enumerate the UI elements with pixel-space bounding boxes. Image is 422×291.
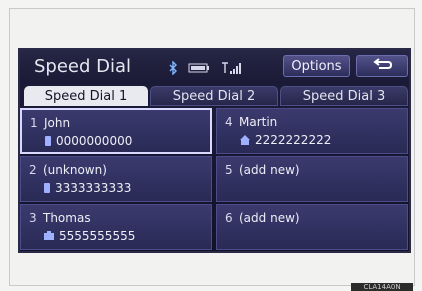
entry-name: Thomas xyxy=(43,211,91,225)
speed-dial-entry-3[interactable]: 3 Thomas 5555555555 xyxy=(20,204,212,250)
entry-number: 3 xyxy=(29,211,37,225)
tab-speed-dial-2[interactable]: Speed Dial 2 xyxy=(150,86,278,106)
battery-icon xyxy=(188,62,210,74)
mobile-icon xyxy=(44,135,52,147)
speed-dial-entry-4[interactable]: 4 Martin 2222222222 xyxy=(216,108,408,154)
entry-name: (unknown) xyxy=(43,163,107,177)
entry-phone-row: 5555555555 xyxy=(43,229,135,243)
back-arrow-icon xyxy=(370,57,394,76)
page-title: Speed Dial xyxy=(34,56,132,77)
entry-phone: 2222222222 xyxy=(255,133,332,147)
entry-number: 5 xyxy=(225,163,233,177)
entry-name: (add new) xyxy=(239,211,300,225)
signal-icon xyxy=(220,61,242,75)
back-button[interactable] xyxy=(356,55,408,77)
mobile-icon xyxy=(43,182,51,194)
speed-dial-entry-6[interactable]: 6 (add new) xyxy=(216,204,408,250)
entry-number: 1 xyxy=(30,116,38,130)
figure-code-tag: CLA14A0N xyxy=(351,283,413,291)
entry-phone-row: 2222222222 xyxy=(239,133,331,147)
entry-phone: 0000000000 xyxy=(56,134,133,148)
top-bar: Speed Dial Options xyxy=(20,50,409,84)
bluetooth-icon xyxy=(168,61,178,75)
entry-phone: 3333333333 xyxy=(55,181,132,195)
speed-dial-entry-2[interactable]: 2 (unknown) 3333333333 xyxy=(20,156,212,202)
speed-dial-grid: 1 John 0000000000 2 (unknown) 3333333333… xyxy=(20,106,409,251)
entry-number: 2 xyxy=(29,163,37,177)
entry-name: (add new) xyxy=(239,163,300,177)
entry-number: 6 xyxy=(225,211,233,225)
entry-phone-row: 0000000000 xyxy=(44,134,132,148)
entry-phone: 5555555555 xyxy=(59,229,136,243)
options-button[interactable]: Options xyxy=(283,55,350,77)
speed-dial-screen: Speed Dial Options Speed Dial 1 Speed Di… xyxy=(18,48,411,253)
home-icon xyxy=(239,134,251,146)
entry-name: John xyxy=(44,116,71,130)
speed-dial-entry-1[interactable]: 1 John 0000000000 xyxy=(20,108,212,154)
status-icons xyxy=(168,61,242,75)
speed-dial-entry-5[interactable]: 5 (add new) xyxy=(216,156,408,202)
work-icon xyxy=(43,231,55,241)
entry-phone-row: 3333333333 xyxy=(43,181,131,195)
tab-speed-dial-1[interactable]: Speed Dial 1 xyxy=(24,86,148,106)
tab-bar: Speed Dial 1 Speed Dial 2 Speed Dial 3 xyxy=(20,84,409,106)
entry-number: 4 xyxy=(225,115,233,129)
entry-name: Martin xyxy=(239,115,278,129)
tab-speed-dial-3[interactable]: Speed Dial 3 xyxy=(280,86,408,106)
